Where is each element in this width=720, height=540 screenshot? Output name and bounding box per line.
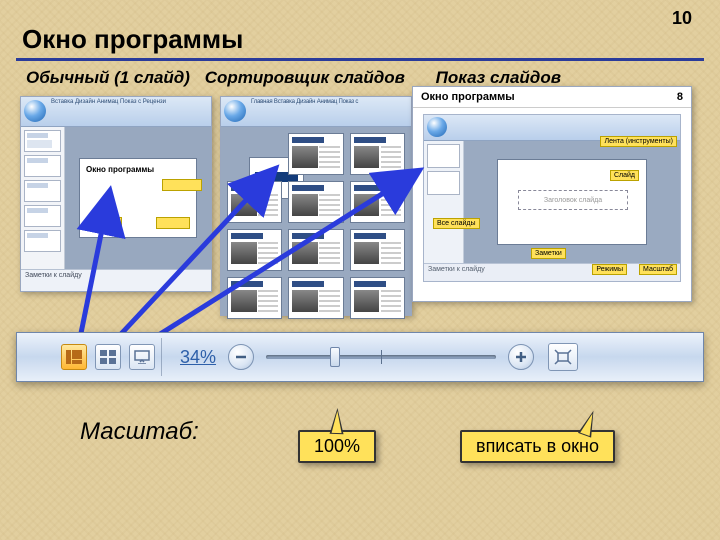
sorter-thumb	[350, 277, 405, 319]
zoom-percent-button[interactable]: 34%	[180, 347, 216, 368]
fit-to-window-button[interactable]	[548, 343, 578, 371]
title-placeholder: Заголовок слайда	[518, 190, 628, 210]
sorter-thumb	[350, 181, 405, 223]
normal-view-icon	[66, 350, 82, 364]
label-sorter-view: Сортировщик слайдов	[205, 68, 405, 88]
thumb	[24, 180, 61, 202]
zoom-slider[interactable]	[266, 355, 496, 359]
notes-pane: Заметки к слайду	[21, 269, 211, 291]
sample-slide-number: 8	[677, 91, 683, 103]
sorter-thumb	[227, 229, 282, 271]
annotation-box	[162, 179, 202, 191]
thumb	[24, 155, 61, 177]
callout-all-slides: Все слайды	[433, 218, 480, 229]
slider-thumb[interactable]	[330, 347, 340, 367]
callout-tail	[578, 408, 600, 437]
sorter-thumb	[288, 277, 343, 319]
annotation-box	[88, 217, 122, 229]
office-orb-icon	[427, 117, 447, 137]
page-title: Окно программы	[22, 24, 243, 55]
view-button-normal[interactable]	[61, 344, 87, 370]
callout-tail	[330, 408, 345, 434]
sorter-view-icon	[100, 350, 116, 364]
status-bar: 34%	[16, 332, 704, 382]
fit-window-icon	[554, 349, 572, 365]
slide-title-text: Окно программы	[86, 165, 154, 174]
office-orb-icon	[24, 100, 46, 122]
sorter-thumb	[288, 133, 343, 175]
thumb	[24, 205, 61, 227]
ribbon-tabs: Главная Вставка Дизайн Анимац Показ с	[251, 99, 358, 105]
sorter-thumb	[227, 181, 282, 223]
sorter-thumb	[350, 133, 405, 175]
slideshow-icon	[134, 350, 150, 364]
screenshot-annotated-window: Окно программы 8 Заголовок слайда	[412, 86, 692, 302]
zoom-in-button[interactable]	[508, 344, 534, 370]
slider-center-tick	[381, 350, 382, 364]
callout-modes: Режимы	[592, 264, 627, 275]
scale-label: Масштаб:	[80, 418, 199, 446]
callout-100-percent: 100%	[298, 430, 376, 463]
sample-slide-title: Окно программы	[421, 91, 515, 103]
sorter-grid	[221, 127, 411, 315]
callout-fit-text: вписать в окно	[476, 436, 599, 456]
ribbon: Вставка Дизайн Анимац Показ с Рецензи	[21, 97, 211, 127]
label-show-view: Показ слайдов	[436, 68, 561, 88]
minus-icon	[234, 350, 248, 364]
screenshot-sorter-view: Главная Вставка Дизайн Анимац Показ с	[220, 96, 412, 316]
callout-fit-window: вписать в окно	[460, 430, 615, 463]
office-orb-icon	[224, 100, 246, 122]
screenshots-group: Вставка Дизайн Анимац Показ с Рецензи Ок…	[16, 92, 704, 322]
plus-icon	[514, 350, 528, 364]
sorter-thumb	[288, 181, 343, 223]
view-button-slideshow[interactable]	[129, 344, 155, 370]
callout-100-text: 100%	[314, 436, 360, 456]
screenshot-normal-view: Вставка Дизайн Анимац Показ с Рецензи Ок…	[20, 96, 212, 292]
thumb	[427, 171, 460, 195]
view-button-sorter[interactable]	[95, 344, 121, 370]
zoom-out-button[interactable]	[228, 344, 254, 370]
callout-slide: Слайд	[610, 170, 639, 181]
sorter-thumb	[227, 277, 282, 319]
current-slide: Окно программы	[79, 158, 197, 238]
thumb	[427, 144, 460, 168]
ribbon: Главная Вставка Дизайн Анимац Показ с	[221, 97, 411, 127]
title-underline	[16, 58, 704, 61]
sorter-thumb	[350, 229, 405, 271]
callout-ribbon: Лента (инструменты)	[600, 136, 677, 147]
view-mode-labels: Обычный (1 слайд) Сортировщик слайдов По…	[26, 68, 571, 88]
slide-thumbnails-pane	[21, 127, 65, 269]
ribbon-tabs: Вставка Дизайн Анимац Показ с Рецензи	[51, 99, 166, 105]
thumb	[24, 130, 61, 152]
thumb	[24, 230, 61, 252]
page-number: 10	[672, 8, 692, 29]
thumbnails-pane	[424, 141, 464, 263]
sorter-thumb	[288, 229, 343, 271]
callout-zoom: Масштаб	[639, 264, 677, 275]
callout-notes: Заметки	[531, 248, 566, 259]
annotation-box	[156, 217, 190, 229]
label-normal-view: Обычный (1 слайд)	[26, 68, 190, 88]
slide-canvas: Окно программы	[65, 127, 211, 269]
